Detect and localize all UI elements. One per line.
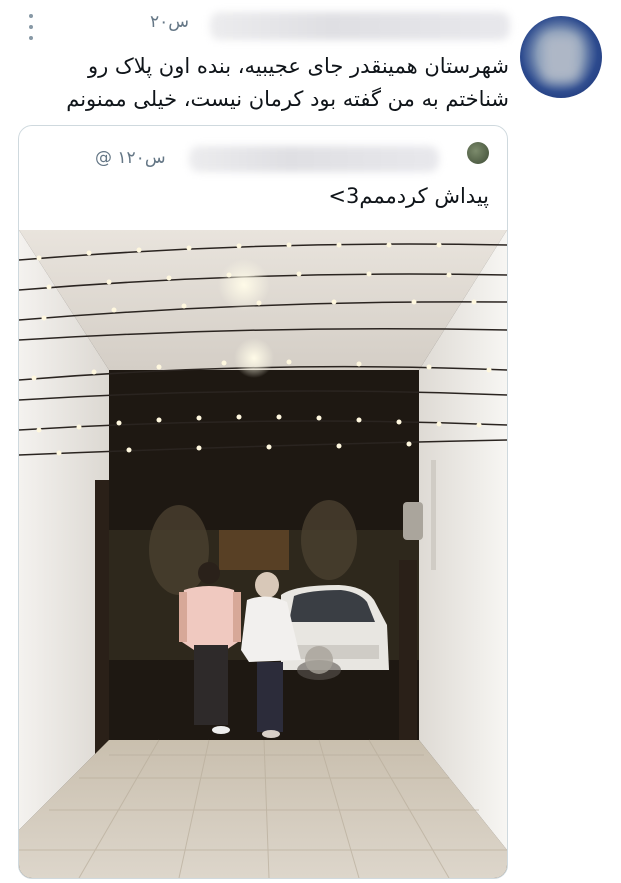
quoted-user-avatar[interactable] — [467, 142, 489, 164]
more-options-icon[interactable] — [28, 14, 34, 40]
blurred-username — [210, 12, 510, 40]
quoted-handle-at: @ — [95, 148, 112, 168]
quoted-tweet-text: پیداش کردممم3> — [328, 184, 489, 208]
tweet-text: شهرستان همینقدر جای عجیبیه، بنده اون پلا… — [66, 54, 509, 111]
quoted-time-text: ۱۲۰س — [117, 148, 166, 168]
quoted-tweet-card[interactable]: @ ۱۲۰س پیداش کردممم3> — [18, 125, 508, 879]
tweet-screen: ۲۰س شهرستان همینقدر جای عجیبیه، بنده اون… — [0, 0, 621, 883]
tweet-time: ۲۰س — [150, 12, 190, 32]
user-avatar[interactable] — [520, 16, 602, 98]
quoted-tweet-time: @ ۱۲۰س — [95, 148, 166, 168]
alley-photo[interactable] — [19, 230, 507, 878]
alley-photo-drawing — [19, 230, 507, 878]
blurred-quoted-username — [189, 146, 439, 172]
